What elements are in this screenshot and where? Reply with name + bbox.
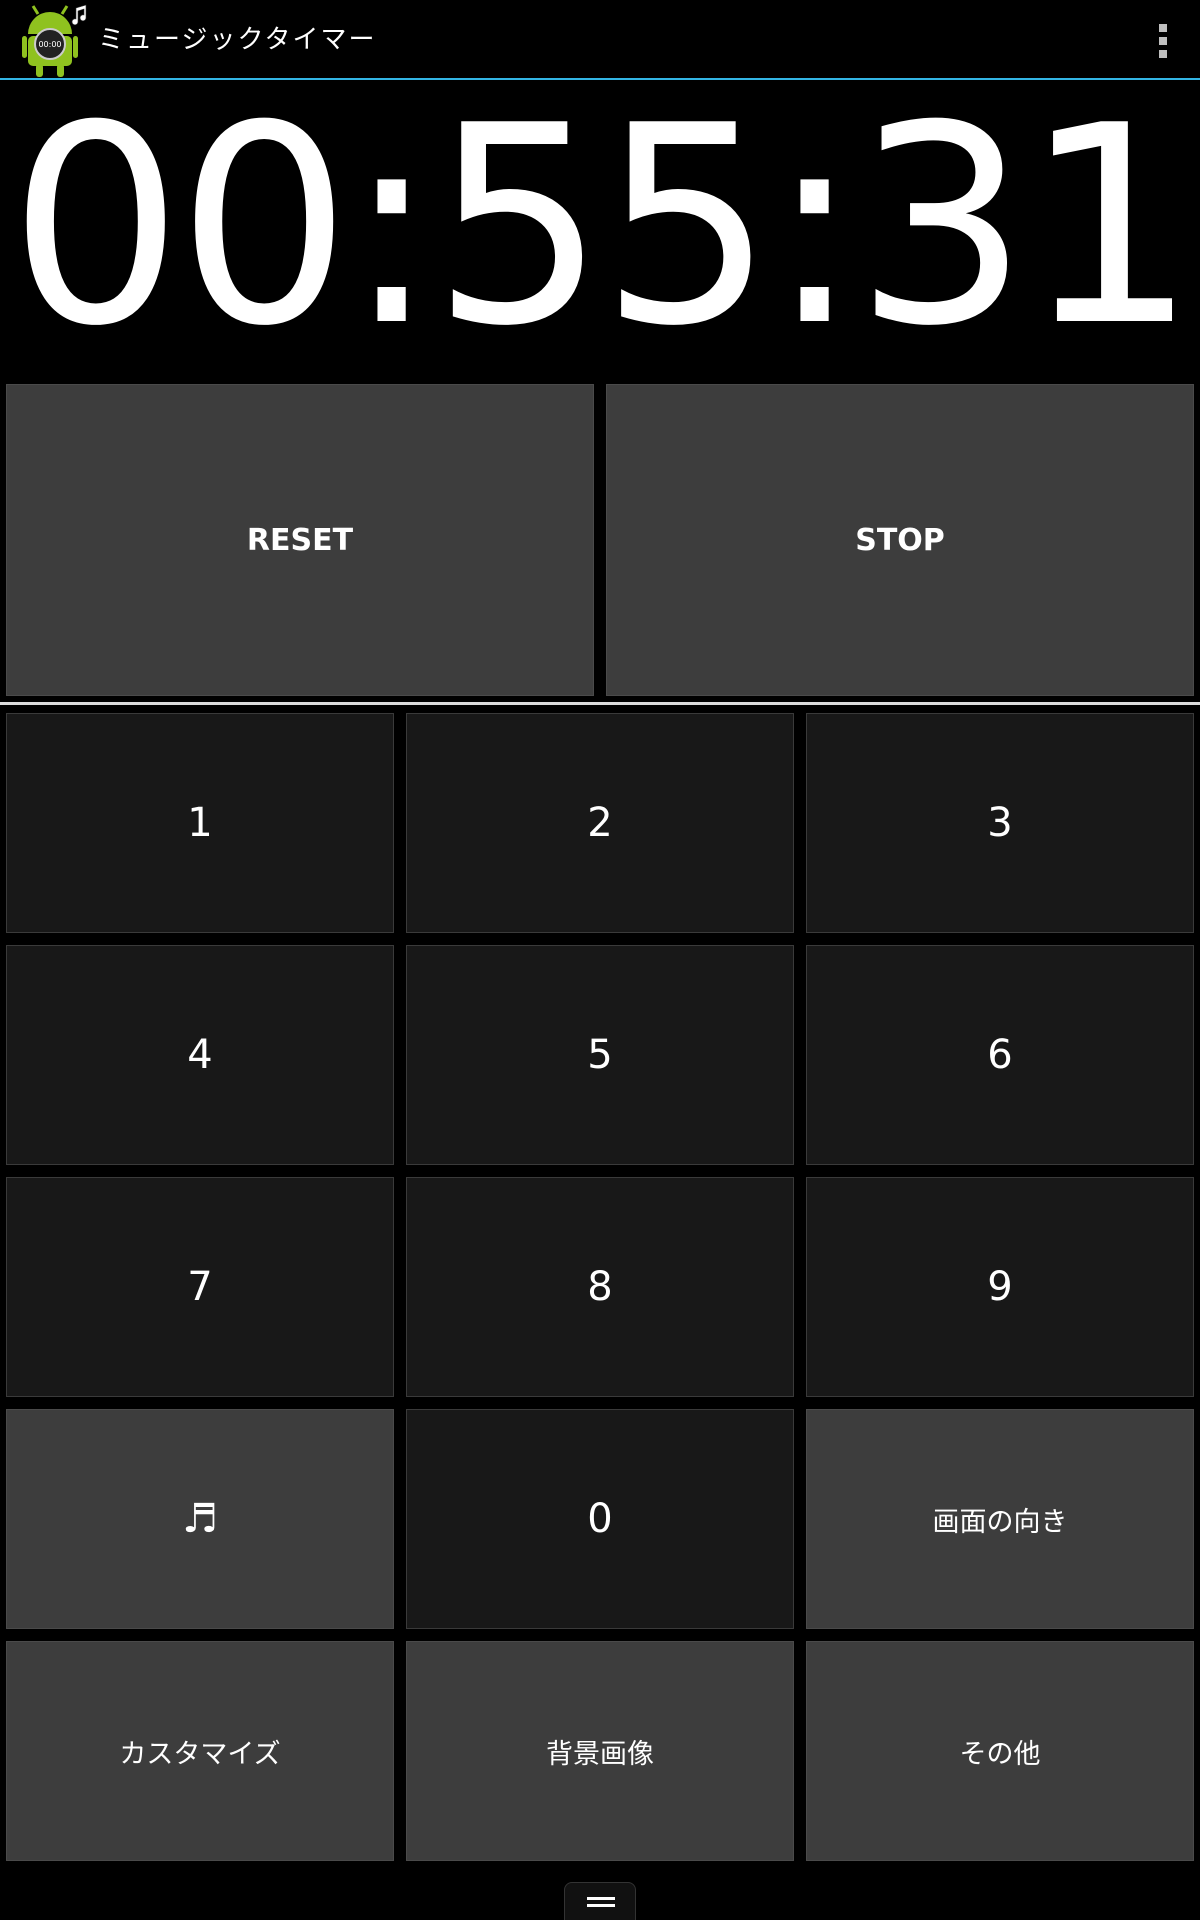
- key-1[interactable]: 1: [6, 713, 394, 933]
- key-6[interactable]: 6: [806, 945, 1194, 1165]
- customize-button[interactable]: カスタマイズ: [6, 1641, 394, 1861]
- menu-handle-icon[interactable]: [564, 1882, 636, 1920]
- key-2[interactable]: 2: [406, 713, 794, 933]
- overflow-menu-icon[interactable]: [1156, 24, 1170, 58]
- section-divider: [0, 702, 1200, 705]
- key-7[interactable]: 7: [6, 1177, 394, 1397]
- reset-button[interactable]: RESET: [6, 384, 594, 696]
- screen-orientation-button[interactable]: 画面の向き: [806, 1409, 1194, 1629]
- key-9[interactable]: 9: [806, 1177, 1194, 1397]
- background-image-button[interactable]: 背景画像: [406, 1641, 794, 1861]
- stop-button[interactable]: STOP: [606, 384, 1194, 696]
- app-icon-clock-text: 00:00: [38, 40, 61, 49]
- key-3[interactable]: 3: [806, 713, 1194, 933]
- key-4[interactable]: 4: [6, 945, 394, 1165]
- key-0[interactable]: 0: [406, 1409, 794, 1629]
- other-button[interactable]: その他: [806, 1641, 1194, 1861]
- key-8[interactable]: 8: [406, 1177, 794, 1397]
- music-select-button[interactable]: ♬: [6, 1409, 394, 1629]
- key-5[interactable]: 5: [406, 945, 794, 1165]
- timer-display: 00:55:31: [8, 67, 1198, 386]
- music-note-icon: ♬: [182, 1496, 218, 1542]
